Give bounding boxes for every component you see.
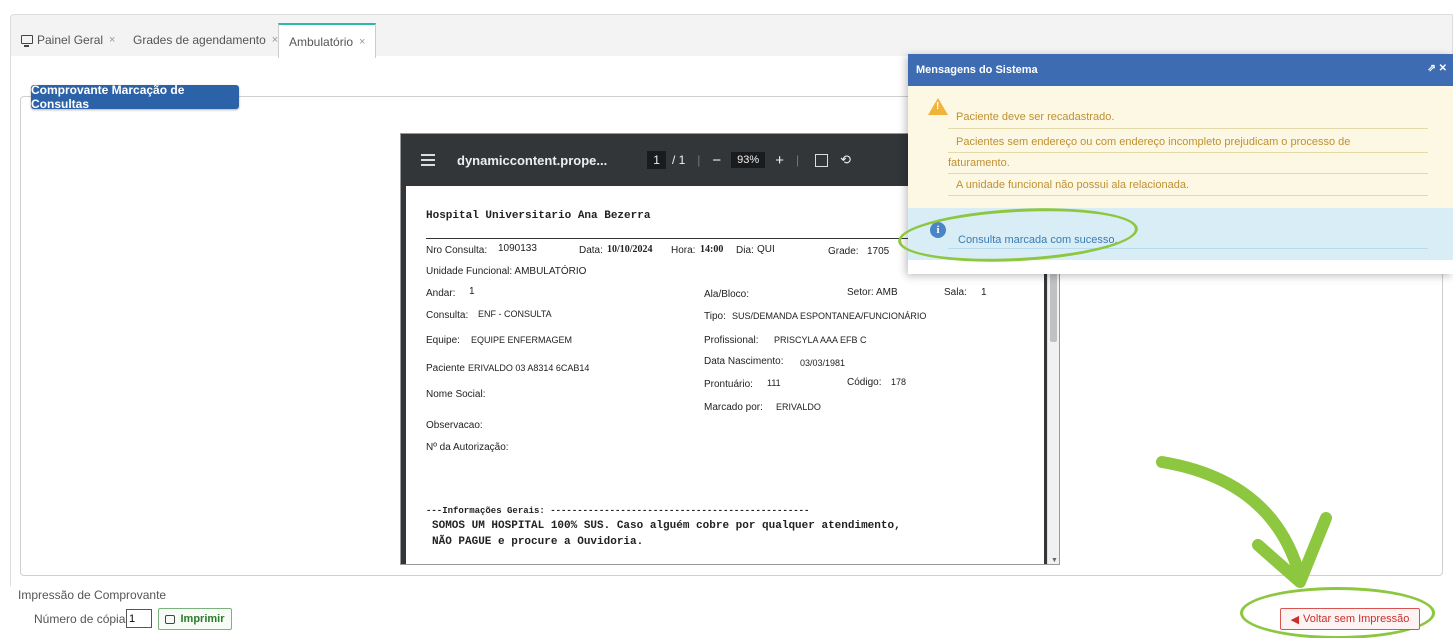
hospital-name: Hospital Universitario Ana Bezerra — [426, 210, 651, 222]
menu-icon[interactable] — [421, 151, 435, 169]
fit-page-icon[interactable] — [815, 153, 829, 167]
copies-input[interactable] — [126, 609, 152, 628]
setor-value: AMB — [876, 287, 898, 298]
tab-grades-agendamento[interactable]: Grades de agendamento × — [123, 23, 288, 57]
back-without-print-button[interactable]: ◀ Voltar sem Impressão — [1280, 608, 1420, 630]
pdf-border — [401, 186, 406, 564]
paciente-value: ERIVALDO 03 A8314 6CAB14 — [468, 363, 590, 373]
back-button-label: Voltar sem Impressão — [1303, 613, 1410, 625]
sala-label: Sala: — [944, 287, 967, 298]
nascimento-label: Data Nascimento: — [704, 356, 784, 367]
warning-message: faturamento. — [948, 157, 1010, 169]
consulta-value: ENF - CONSULTA — [478, 309, 552, 319]
warning-message: Pacientes sem endereço ou com endereço i… — [956, 136, 1351, 148]
ala-label: Ala/Bloco: — [704, 289, 750, 300]
autorizacao-label: Nº da Autorização: — [426, 442, 509, 453]
info-line-1: SOMOS UM HOSPITAL 100% SUS. Caso alguém … — [432, 520, 901, 532]
unidade-funcional: Unidade Funcional: AMBULATÓRIO — [426, 266, 587, 277]
sala-value: 1 — [981, 287, 987, 298]
warning-icon — [928, 98, 948, 115]
observacao-label: Observacao: — [426, 420, 483, 431]
grade-value: 1705 — [867, 246, 890, 257]
paciente-label: Paciente — [426, 363, 465, 374]
nro-value: 1090133 — [498, 243, 537, 254]
data-value: 10/10/2024 — [607, 244, 653, 255]
dia-label: Dia: — [736, 245, 754, 256]
andar-label: Andar: — [426, 288, 456, 299]
marcado-label: Marcado por: — [704, 402, 763, 413]
tab-label: Grades de agendamento — [133, 33, 266, 47]
tab-strip: Painel Geral × Grades de agendamento × A… — [10, 14, 1453, 58]
equipe-label: Equipe: — [426, 335, 460, 346]
warning-message: Paciente deve ser recadastrado. — [956, 111, 1115, 123]
equipe-value: EQUIPE ENFERMAGEM — [471, 335, 573, 345]
annotation-arrow-icon — [1156, 456, 1332, 588]
setor-label: Setor: — [847, 287, 874, 298]
close-icon[interactable]: × — [359, 36, 365, 48]
consulta-label: Consulta: — [426, 310, 469, 321]
tab-label: Painel Geral — [37, 33, 104, 47]
messages-title: Mensagens do Sistema — [916, 64, 1038, 76]
zoom-level[interactable]: 93% — [731, 152, 766, 168]
scroll-down-icon[interactable]: ▼ — [1051, 557, 1058, 564]
close-icon[interactable]: × — [109, 34, 115, 46]
nro-label: Nro Consulta: — [426, 245, 488, 256]
printer-icon — [165, 614, 176, 624]
nome-social-label: Nome Social: — [426, 389, 486, 400]
divider — [948, 152, 1428, 153]
marcado-value: ERIVALDO — [776, 402, 821, 412]
prontuario-value: 111 — [767, 378, 781, 388]
grade-label: Grade: — [828, 246, 859, 257]
divider — [426, 238, 926, 239]
tipo-label: Tipo: — [704, 311, 726, 322]
tipo-value: SUS/DEMANDA ESPONTANEA/FUNCIONÁRIO — [732, 311, 927, 321]
pdf-filename: dynamiccontent.prope... — [457, 152, 608, 168]
andar-value: 1 — [469, 286, 475, 297]
tab-ambulatorio[interactable]: Ambulatório × — [278, 23, 377, 58]
divider — [948, 173, 1428, 174]
tab-painel-geral[interactable]: Painel Geral × — [11, 23, 125, 57]
rotate-icon[interactable]: ⟲ — [840, 152, 851, 168]
zoom-out-button[interactable]: − — [712, 152, 721, 169]
expand-close-icons[interactable]: ⇗ ✕ — [1427, 63, 1447, 74]
profissional-label: Profissional: — [704, 335, 759, 346]
toolbar-divider: | — [795, 153, 800, 167]
section-title: Comprovante Marcação de Consultas — [31, 83, 239, 111]
app-window: Painel Geral × Grades de agendamento × A… — [0, 0, 1453, 638]
copies-label: Número de cópias — [34, 612, 132, 626]
divider — [948, 195, 1428, 196]
tab-label: Ambulatório — [289, 34, 354, 49]
codigo-label: Código: — [847, 377, 882, 388]
undo-arrow-icon: ◀ — [1290, 613, 1300, 626]
toolbar-divider: | — [697, 153, 701, 167]
messages-header: Mensagens do Sistema ⇗ ✕ — [908, 54, 1453, 86]
zoom-in-button[interactable]: + — [775, 152, 784, 169]
divider — [948, 128, 1428, 129]
profissional-value: PRISCYLA AAA EFB C — [774, 335, 867, 345]
print-button[interactable]: Imprimir — [158, 608, 232, 630]
print-button-label: Imprimir — [180, 613, 225, 625]
data-label: Data: — [579, 245, 603, 256]
info-header: ---Informações Gerais: -----------------… — [426, 506, 810, 516]
dia-value: QUI — [757, 244, 775, 255]
codigo-value: 178 — [891, 377, 907, 387]
hora-value: 14:00 — [700, 244, 724, 255]
page-total: / 1 — [671, 153, 686, 167]
warning-message: A unidade funcional não possui ala relac… — [956, 179, 1190, 191]
print-section-label: Impressão de Comprovante — [18, 588, 167, 602]
page-number-input[interactable]: 1 — [647, 151, 666, 169]
info-line-2: NÃO PAGUE e procure a Ouvidoria. — [432, 536, 644, 548]
prontuario-label: Prontuário: — [704, 379, 753, 390]
monitor-icon — [21, 34, 33, 47]
hora-label: Hora: — [671, 245, 696, 256]
nascimento-value: 03/03/1981 — [800, 358, 846, 368]
